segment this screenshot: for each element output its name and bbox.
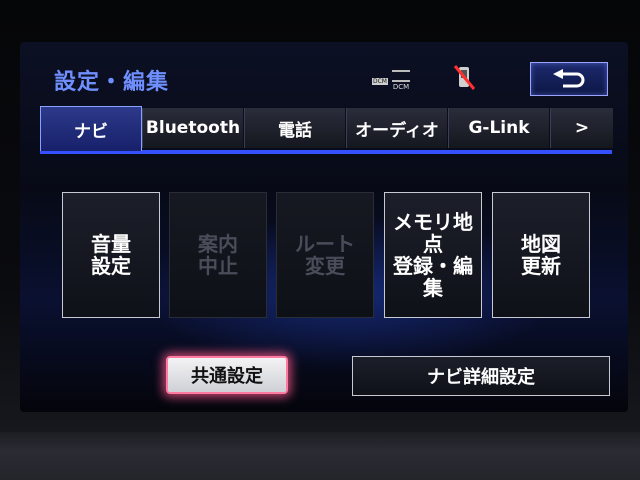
route-change-button: ルート 変更: [276, 192, 374, 318]
dcm-status-bottom: DCM: [392, 70, 410, 91]
chevron-right-icon: >: [574, 118, 590, 138]
category-tabs: ナビ Bluetooth 電話 オーディオ G-Link >: [40, 106, 613, 154]
status-indicators: DCM DCM: [372, 70, 410, 91]
tab-bluetooth[interactable]: Bluetooth: [142, 108, 243, 148]
common-settings-button[interactable]: 共通設定: [166, 356, 288, 394]
cancel-guidance-button: 案内 中止: [169, 192, 267, 318]
return-arrow-icon: [553, 69, 585, 88]
map-update-button[interactable]: 地図 更新: [492, 192, 590, 318]
page-title: 設定・編集: [54, 70, 170, 95]
bezel-bottom-trim: [0, 432, 640, 480]
memory-point-register-button[interactable]: メモリ地点 登録・編集: [384, 192, 482, 318]
back-button[interactable]: [530, 62, 608, 96]
tab-phone[interactable]: 電話: [244, 108, 345, 148]
tab-bluetooth-label: Bluetooth: [145, 118, 241, 138]
nav-screen: 設定・編集 DCM DCM ナビ Bluetooth 電話 オーディオ G-Li…: [20, 42, 628, 412]
tab-g-link[interactable]: G-Link: [448, 108, 549, 148]
dcm-label-bottom: DCM: [392, 83, 410, 91]
dcm-label-top: DCM: [372, 77, 388, 85]
nav-detail-settings-button[interactable]: ナビ詳細設定: [352, 356, 610, 396]
tab-navi[interactable]: ナビ: [40, 106, 142, 151]
dcm-status-top: DCM: [372, 77, 388, 85]
tab-next-button[interactable]: >: [550, 108, 613, 148]
dcm-signal-icon: [392, 70, 410, 82]
tab-phone-label: 電話: [278, 120, 312, 141]
tab-audio[interactable]: オーディオ: [346, 108, 447, 148]
tab-g-link-label: G-Link: [468, 118, 530, 138]
tab-navi-label: ナビ: [74, 121, 108, 142]
volume-settings-button[interactable]: 音量 設定: [62, 192, 160, 318]
tab-audio-label: オーディオ: [355, 120, 439, 141]
phone-no-service-icon: [452, 64, 476, 92]
